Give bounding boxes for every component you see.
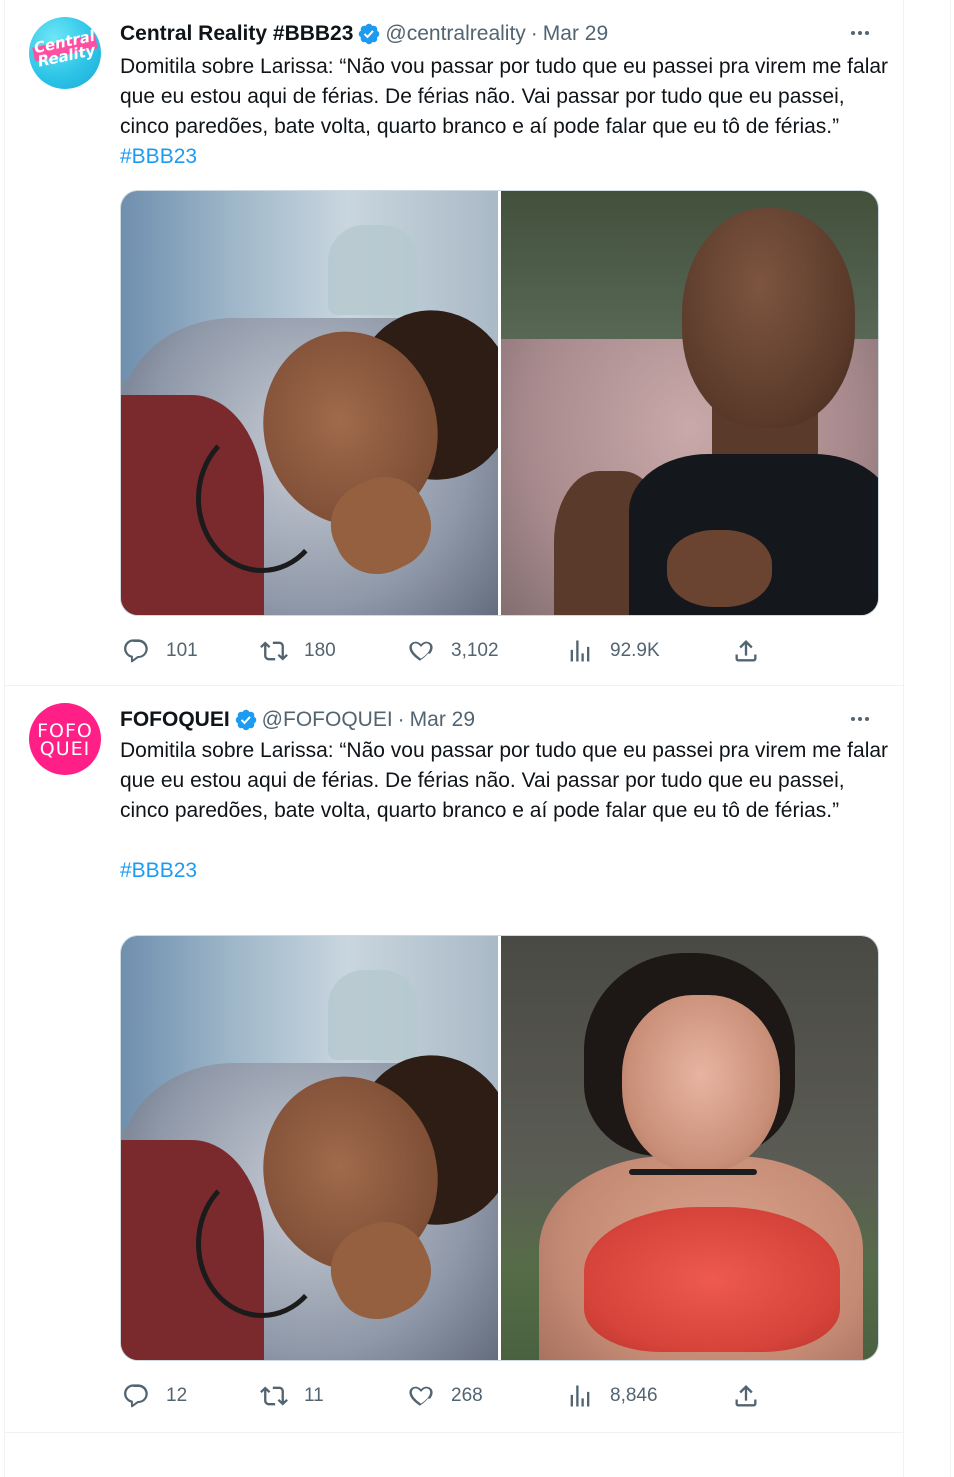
reply-count: 101 <box>166 640 198 661</box>
tweet-date[interactable]: Mar 29 <box>543 22 608 46</box>
heart-icon <box>409 1386 433 1406</box>
retweet-icon <box>260 641 288 661</box>
tweet-date[interactable]: Mar 29 <box>410 708 475 732</box>
views-chart-icon <box>570 1385 590 1407</box>
timeline: Central Reality Central Reality #BBB23 @c… <box>4 0 904 1477</box>
separator-dot: · <box>397 708 405 731</box>
separator-dot: · <box>530 22 538 45</box>
share-button[interactable] <box>732 637 760 665</box>
photo-bald-man-black-tank-top[interactable] <box>501 191 878 615</box>
views-chart-icon <box>570 640 590 662</box>
share-icon <box>735 1385 757 1407</box>
photo-woman-red-bikini[interactable] <box>501 936 878 1360</box>
more-options-icon[interactable] <box>845 708 875 730</box>
tweet-body: Domitila sobre Larissa: “Não vou passar … <box>120 739 889 822</box>
avatar-logo-text: Central Reality <box>32 26 97 71</box>
tweet-text: Domitila sobre Larissa: “Não vou passar … <box>120 736 890 886</box>
verified-badge-icon <box>235 709 256 731</box>
tweet-header: FOFOQUEI @FOFOQUEI · Mar 29 <box>120 706 475 734</box>
heart-icon <box>409 641 433 661</box>
tweet[interactable]: FOFO QUEI FOFOQUEI @FOFOQUEI · Mar 29 Dom… <box>5 686 903 1433</box>
avatar[interactable]: Central Reality <box>29 17 101 89</box>
author-name[interactable]: FOFOQUEI <box>120 708 230 732</box>
hashtag-link[interactable]: #BBB23 <box>120 145 197 168</box>
photo-woman-lying-on-pillow[interactable] <box>121 191 498 615</box>
like-button[interactable]: 3,102 <box>407 637 499 665</box>
tweet-text: Domitila sobre Larissa: “Não vou passar … <box>120 52 890 172</box>
retweet-count: 11 <box>304 1385 324 1406</box>
author-handle[interactable]: @FOFOQUEI <box>262 708 393 732</box>
tweet-header: Central Reality #BBB23 @centralreality ·… <box>120 20 608 48</box>
views-button[interactable]: 92.9K <box>566 637 660 665</box>
tweet-actions: 12 11 268 8,846 <box>120 1381 780 1411</box>
author-handle[interactable]: @centralreality <box>385 22 525 46</box>
tweet-media[interactable] <box>120 190 879 616</box>
retweet-button[interactable]: 11 <box>260 1382 324 1410</box>
like-count: 3,102 <box>451 640 499 661</box>
avatar[interactable]: FOFO QUEI <box>29 703 101 775</box>
share-button[interactable] <box>732 1382 760 1410</box>
share-icon <box>735 640 757 662</box>
verified-badge-icon <box>359 23 380 45</box>
hashtag-link[interactable]: #BBB23 <box>120 856 890 886</box>
reply-button[interactable]: 12 <box>122 1382 187 1410</box>
like-button[interactable]: 268 <box>407 1382 483 1410</box>
sidebar-edge <box>950 0 954 1477</box>
tweet-body: Domitila sobre Larissa: “Não vou passar … <box>120 55 889 138</box>
tweet-media[interactable] <box>120 935 879 1361</box>
tweet-actions: 101 180 3,102 92.9K <box>120 636 780 666</box>
retweet-count: 180 <box>304 640 336 661</box>
photo-woman-lying-on-pillow[interactable] <box>121 936 498 1360</box>
views-button[interactable]: 8,846 <box>566 1382 658 1410</box>
views-count: 8,846 <box>610 1385 658 1406</box>
reply-icon <box>124 639 148 663</box>
reply-icon <box>124 1384 148 1408</box>
views-count: 92.9K <box>610 640 660 661</box>
retweet-icon <box>260 1386 288 1406</box>
reply-count: 12 <box>166 1385 188 1406</box>
retweet-button[interactable]: 180 <box>260 637 336 665</box>
like-count: 268 <box>451 1385 483 1406</box>
reply-button[interactable]: 101 <box>122 637 198 665</box>
tweet[interactable]: Central Reality Central Reality #BBB23 @c… <box>5 0 903 686</box>
avatar-logo-text: FOFO QUEI <box>37 720 93 760</box>
author-name[interactable]: Central Reality #BBB23 <box>120 22 353 46</box>
more-options-icon[interactable] <box>845 22 875 44</box>
